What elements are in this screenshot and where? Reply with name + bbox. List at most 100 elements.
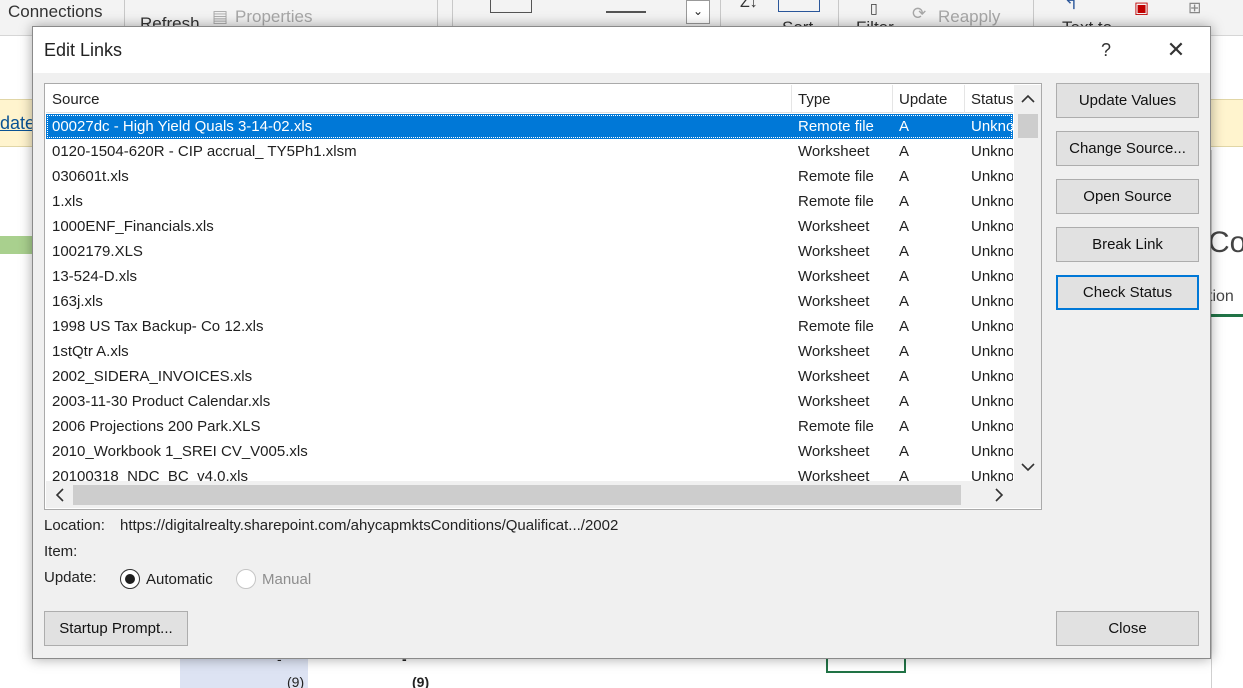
edit-links-dialog: Edit Links ? ✕ Source Type Update Status… [32, 26, 1211, 659]
link-source-cell: 1stQtr A.xls [52, 343, 129, 360]
close-icon[interactable]: ✕ [1156, 35, 1196, 65]
link-type-cell: Worksheet [798, 368, 870, 385]
link-update-cell: A [899, 343, 910, 360]
link-source-cell: 2010_Workbook 1_SREI CV_V005.xls [52, 443, 308, 460]
update-mode-label: Update: [44, 569, 97, 586]
link-update-cell: A [899, 143, 910, 160]
link-type-cell: Remote file [798, 168, 874, 185]
automatic-radio[interactable] [120, 569, 140, 589]
links-list[interactable]: Source Type Update Status 00027dc - High… [44, 83, 1042, 510]
link-source-cell: 2003-11-30 Product Calendar.xls [52, 393, 271, 410]
side-pane-heading: Co [1208, 226, 1243, 259]
location-label: Location: [44, 517, 105, 534]
break-link-button[interactable]: Break Link [1056, 227, 1199, 262]
link-status-cell: Unkno [971, 343, 1013, 360]
properties-icon: ▤ [212, 7, 229, 26]
vertical-scrollbar[interactable] [1014, 85, 1041, 481]
link-type-cell: Remote file [798, 118, 874, 135]
help-button[interactable]: ? [1086, 35, 1126, 65]
column-header-status[interactable]: Status [965, 85, 1013, 113]
link-source-cell: 1000ENF_Financials.xls [52, 218, 214, 235]
link-row[interactable]: 1002179.XLS Worksheet A Unkno [46, 239, 1013, 264]
reapply-button[interactable]: Reapply [938, 7, 1000, 27]
link-row[interactable]: 0120-1504-620R - CIP accrual_ TY5Ph1.xls… [46, 139, 1013, 164]
link-row[interactable]: 030601t.xls Remote file A Unkno [46, 164, 1013, 189]
scroll-down-icon[interactable] [1019, 458, 1037, 476]
column-header-source[interactable]: Source [46, 85, 792, 113]
data-validation-icon[interactable]: ⊞ [1188, 0, 1201, 18]
link-row[interactable]: 2010_Workbook 1_SREI CV_V005.xls Workshee… [46, 439, 1013, 464]
connections-button[interactable]: Connections [8, 2, 103, 22]
link-status-cell: Unkno [971, 293, 1013, 310]
geography-icon[interactable] [606, 0, 646, 13]
link-row[interactable]: 20100318_NDC_BC_v4.0.xls Worksheet A Unkno [46, 464, 1013, 481]
vertical-scroll-thumb[interactable] [1018, 114, 1038, 138]
startup-prompt-button[interactable]: Startup Prompt... [44, 611, 188, 646]
link-status-cell: Unkno [971, 243, 1013, 260]
horizontal-scroll-thumb[interactable] [73, 485, 961, 505]
remove-duplicates-icon[interactable]: ▣ [1134, 0, 1149, 18]
filter-icon: ▯ [870, 0, 878, 16]
column-header-update[interactable]: Update [893, 85, 965, 113]
link-source-cell: 0120-1504-620R - CIP accrual_ TY5Ph1.xls… [52, 143, 357, 160]
link-type-cell: Worksheet [798, 393, 870, 410]
properties-button[interactable]: Properties [235, 7, 312, 27]
link-type-cell: Worksheet [798, 468, 870, 481]
link-row[interactable]: 1stQtr A.xls Worksheet A Unkno [46, 339, 1013, 364]
link-row[interactable]: 1000ENF_Financials.xls Worksheet A Unkno [46, 214, 1013, 239]
column-header-type[interactable]: Type [792, 85, 893, 113]
link-row[interactable]: 2002_SIDERA_INVOICES.xls Worksheet A Unkno [46, 364, 1013, 389]
link-status-cell: Unkno [971, 443, 1013, 460]
link-source-cell: 163j.xls [52, 293, 103, 310]
link-row[interactable]: 163j.xls Worksheet A Unkno [46, 289, 1013, 314]
update-values-button[interactable]: Update Values [1056, 83, 1199, 118]
scroll-up-icon[interactable] [1019, 90, 1037, 108]
link-row[interactable]: 1.xls Remote file A Unkno [46, 189, 1013, 214]
sort-a-z-icon[interactable]: Z↓ [740, 0, 758, 12]
side-pane-tab[interactable]: tion [1208, 288, 1234, 306]
link-source-cell: 1002179.XLS [52, 243, 143, 260]
link-type-cell: Remote file [798, 418, 874, 435]
link-type-cell: Worksheet [798, 343, 870, 360]
link-type-cell: Worksheet [798, 293, 870, 310]
link-status-cell: Unkno [971, 118, 1013, 135]
link-status-cell: Unkno [971, 268, 1013, 285]
radio-selected-dot [125, 574, 135, 584]
link-source-cell: 1998 US Tax Backup- Co 12.xls [52, 318, 264, 335]
scroll-right-icon[interactable] [990, 486, 1008, 504]
datatype-gallery-more-button[interactable]: ⌄ [686, 0, 710, 24]
manual-radio[interactable] [236, 569, 256, 589]
update-links-notice-link[interactable]: date [0, 113, 35, 134]
link-type-cell: Worksheet [798, 143, 870, 160]
link-row[interactable]: 00027dc - High Yield Quals 3-14-02.xls Re… [46, 114, 1013, 139]
stocks-icon[interactable] [490, 0, 532, 13]
link-update-cell: A [899, 293, 910, 310]
link-status-cell: Unkno [971, 143, 1013, 160]
link-update-cell: A [899, 393, 910, 410]
item-label: Item: [44, 543, 78, 560]
manual-radio-label[interactable]: Manual [262, 571, 311, 588]
close-button[interactable]: Close [1056, 611, 1199, 646]
list-rows: 00027dc - High Yield Quals 3-14-02.xls Re… [46, 114, 1013, 481]
link-row[interactable]: 2006 Projections 200 Park.XLS Remote file… [46, 414, 1013, 439]
link-type-cell: Worksheet [798, 218, 870, 235]
link-row[interactable]: 1998 US Tax Backup- Co 12.xls Remote file… [46, 314, 1013, 339]
horizontal-scrollbar[interactable] [46, 481, 1014, 508]
link-row[interactable]: 2003-11-30 Product Calendar.xls Worksheet… [46, 389, 1013, 414]
link-type-cell: Worksheet [798, 243, 870, 260]
link-source-cell: 1.xls [52, 193, 83, 210]
link-type-cell: Worksheet [798, 443, 870, 460]
dialog-titlebar: Edit Links ? ✕ [33, 27, 1210, 73]
automatic-radio-label[interactable]: Automatic [146, 571, 213, 588]
check-status-button[interactable]: Check Status [1056, 275, 1199, 310]
text-to-columns-icon: ↰ [1064, 0, 1079, 13]
link-row[interactable]: 13-524-D.xls Worksheet A Unkno [46, 264, 1013, 289]
cell-value: (9) [287, 674, 305, 688]
open-source-button[interactable]: Open Source [1056, 179, 1199, 214]
scroll-left-icon[interactable] [51, 486, 69, 504]
sort-dialog-icon[interactable] [778, 0, 820, 12]
link-source-cell: 2006 Projections 200 Park.XLS [52, 418, 261, 435]
change-source-button[interactable]: Change Source... [1056, 131, 1199, 166]
reapply-icon: ⟳ [912, 4, 927, 23]
link-update-cell: A [899, 468, 910, 481]
